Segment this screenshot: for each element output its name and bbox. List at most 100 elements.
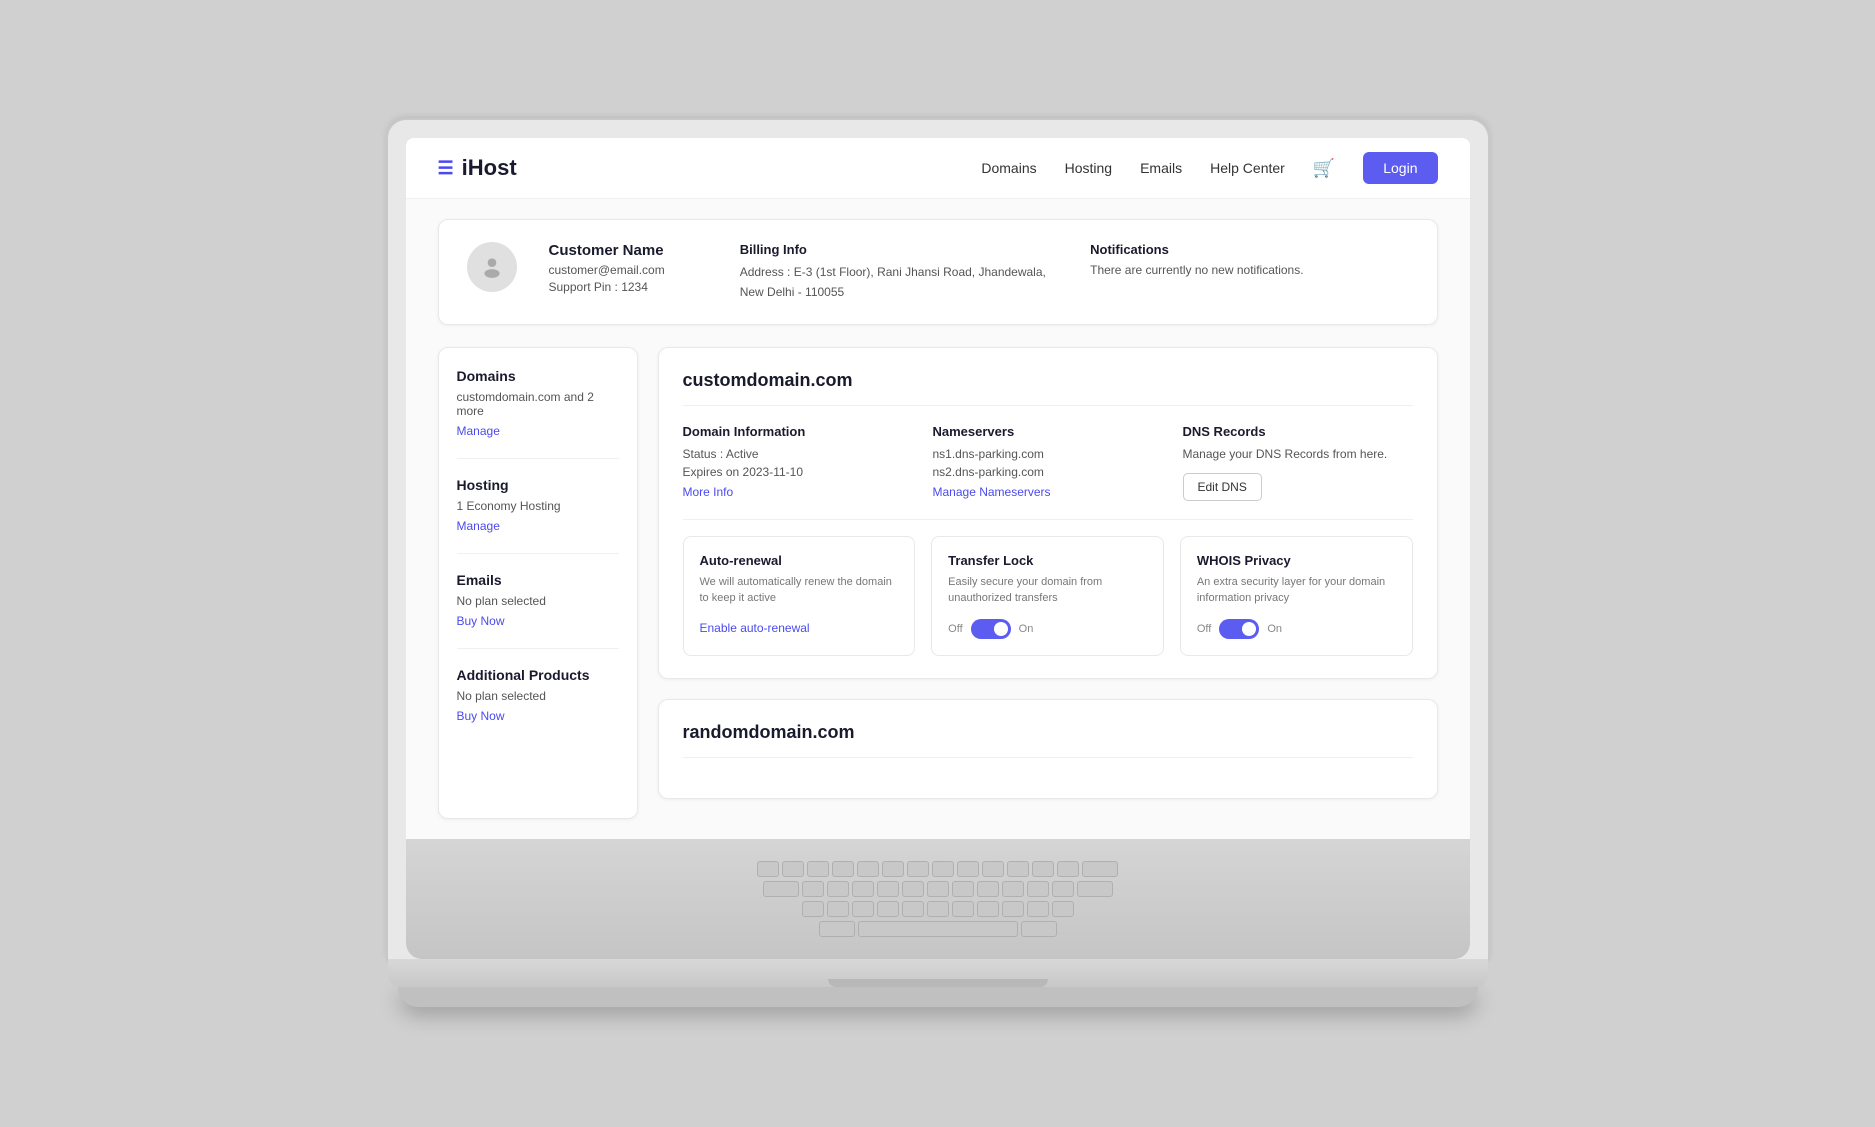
cart-icon[interactable]: 🛒 [1313,158,1335,179]
billing-title: Billing Info [740,242,1058,257]
notifications: Notifications There are currently no new… [1090,242,1408,277]
key [1082,861,1118,877]
key [952,881,974,897]
domain2-name: randomdomain.com [683,722,1413,758]
key [852,881,874,897]
key [802,881,824,897]
customer-pin: Support Pin : 1234 [549,280,708,294]
key [907,861,929,877]
customer-name: Customer Name [549,242,708,259]
menu-icon: ☰ [438,158,454,179]
key [852,901,874,917]
logo-text: iHost [462,155,517,181]
key [977,901,999,917]
transfer-lock-card: Transfer Lock Easily secure your domain … [931,536,1164,656]
sidebar-domains-label: Domains [457,368,619,384]
key [1032,861,1054,877]
sidebar-additional-buy[interactable]: Buy Now [457,709,505,723]
transfer-lock-desc: Easily secure your domain from unauthori… [948,574,1147,607]
transfer-lock-toggle-row: Off On [948,619,1147,639]
sidebar-emails: Emails No plan selected Buy Now [457,572,619,649]
key [952,901,974,917]
nav-emails[interactable]: Emails [1140,160,1182,176]
key [927,901,949,917]
sidebar-additional: Additional Products No plan selected Buy… [457,667,619,725]
key [902,901,924,917]
auto-renewal-desc: We will automatically renew the domain t… [700,574,899,607]
key [1002,901,1024,917]
domain1-info-grid: Domain Information Status : Active Expir… [683,424,1413,501]
whois-title: WHOIS Privacy [1197,553,1396,568]
key [832,861,854,877]
key [877,881,899,897]
whois-toggle-row: Off On [1197,619,1396,639]
key [763,881,799,897]
laptop-base [388,959,1488,987]
key [827,881,849,897]
transfer-lock-toggle[interactable] [971,619,1011,639]
domain1-more-info[interactable]: More Info [683,485,734,499]
key [1002,881,1024,897]
whois-card: WHOIS Privacy An extra security layer fo… [1180,536,1413,656]
key [757,861,779,877]
dashboard-layout: Domains customdomain.com and 2 more Mana… [438,347,1438,819]
nav-help[interactable]: Help Center [1210,160,1285,176]
laptop-bottom [398,987,1478,1007]
key [927,881,949,897]
nav-domains[interactable]: Domains [981,160,1036,176]
domain1-name: customdomain.com [683,370,1413,406]
key [957,861,979,877]
notifications-text: There are currently no new notifications… [1090,263,1408,277]
key [782,861,804,877]
auto-renewal-title: Auto-renewal [700,553,899,568]
sidebar-hosting-label: Hosting [457,477,619,493]
transfer-lock-title: Transfer Lock [948,553,1147,568]
sidebar-additional-label: Additional Products [457,667,619,683]
whois-toggle[interactable] [1219,619,1259,639]
transfer-lock-off-label: Off [948,623,962,635]
key [807,861,829,877]
auto-renewal-card: Auto-renewal We will automatically renew… [683,536,916,656]
key [1052,901,1074,917]
dns-col: DNS Records Manage your DNS Records from… [1183,424,1413,501]
notifications-title: Notifications [1090,242,1408,257]
domain1-status: Status : Active [683,447,913,461]
key [982,861,1004,877]
domain1-features: Auto-renewal We will automatically renew… [683,519,1413,656]
sidebar-hosting-value: 1 Economy Hosting [457,499,619,513]
nav-hosting[interactable]: Hosting [1065,160,1112,176]
key [827,901,849,917]
domain-content: customdomain.com Domain Information Stat… [658,347,1438,819]
nav-links: Domains Hosting Emails Help Center 🛒 Log… [981,152,1437,184]
sidebar: Domains customdomain.com and 2 more Mana… [438,347,638,819]
sidebar-hosting: Hosting 1 Economy Hosting Manage [457,477,619,554]
whois-on-label: On [1267,623,1282,635]
sidebar-domains-manage[interactable]: Manage [457,424,500,438]
key [977,881,999,897]
sidebar-domains: Domains customdomain.com and 2 more Mana… [457,368,619,459]
domain1-info: Domain Information Status : Active Expir… [683,424,913,501]
whois-desc: An extra security layer for your domain … [1197,574,1396,607]
domain1-block: customdomain.com Domain Information Stat… [658,347,1438,679]
key [802,901,824,917]
manage-nameservers[interactable]: Manage Nameservers [933,485,1051,499]
keyboard-keys [446,861,1430,937]
edit-dns-button[interactable]: Edit DNS [1183,473,1262,501]
key [1077,881,1113,897]
login-button[interactable]: Login [1363,152,1437,184]
sidebar-hosting-manage[interactable]: Manage [457,519,500,533]
key [902,881,924,897]
whois-off-label: Off [1197,623,1211,635]
sidebar-emails-label: Emails [457,572,619,588]
key [932,861,954,877]
billing-info: Billing Info Address : E-3 (1st Floor), … [740,242,1058,301]
sidebar-emails-buy[interactable]: Buy Now [457,614,505,628]
enable-auto-renewal[interactable]: Enable auto-renewal [700,621,810,635]
customer-card: Customer Name customer@email.com Support… [438,219,1438,324]
ns2: ns2.dns-parking.com [933,465,1163,479]
key [819,921,855,937]
customer-info: Customer Name customer@email.com Support… [549,242,708,294]
key [1052,881,1074,897]
domain-info-title: Domain Information [683,424,913,439]
dns-title: DNS Records [1183,424,1413,439]
